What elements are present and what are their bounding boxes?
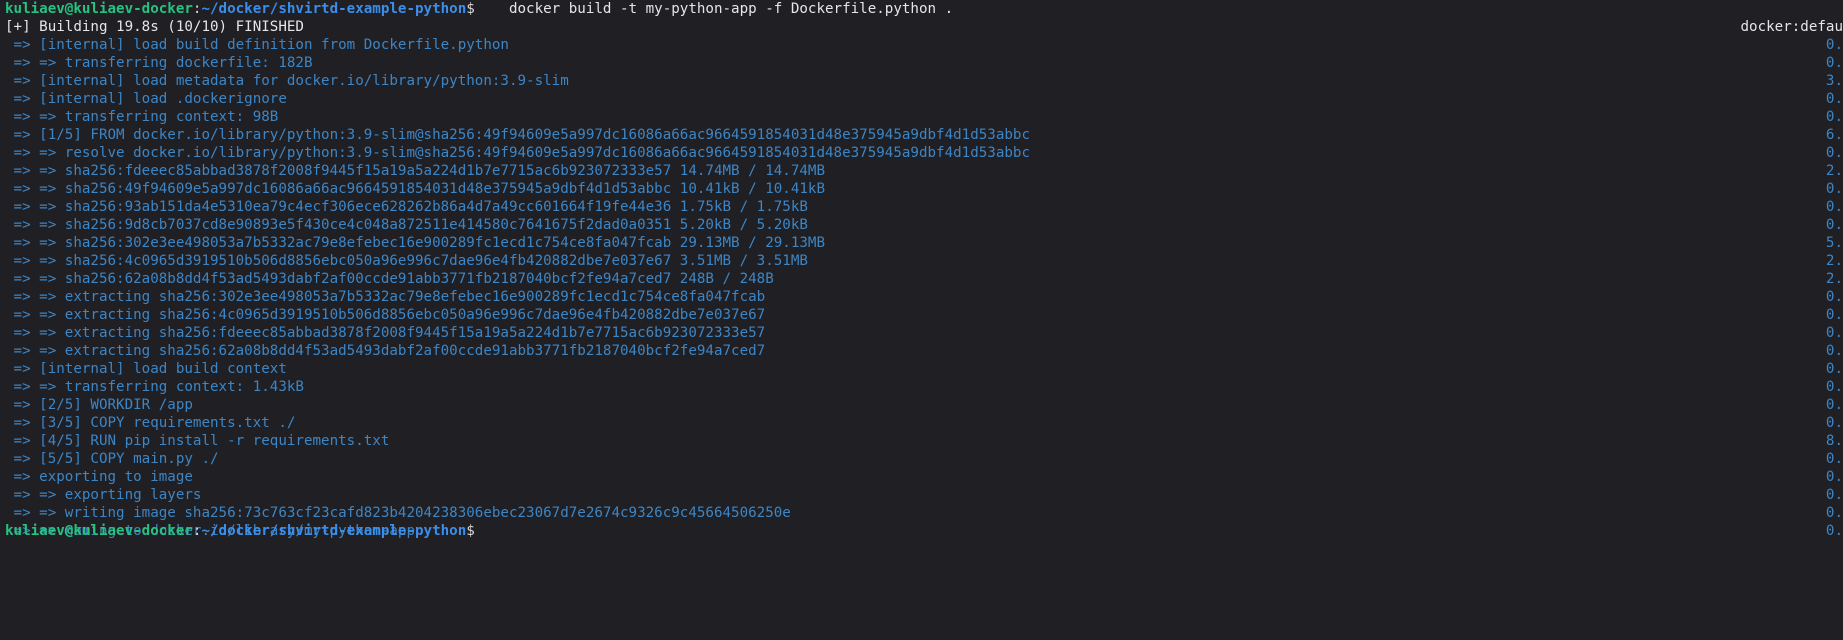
- build-step-duration: 8.: [1825, 433, 1843, 449]
- build-log-line: => [internal] load metadata for docker.i…: [0, 72, 1843, 90]
- build-step-duration: 0.: [1825, 361, 1843, 377]
- build-log-line: => => extracting sha256:fdeeec85abbad387…: [0, 324, 1843, 342]
- build-header-text: [+] Building 19.8s (10/10) FINISHED: [5, 19, 304, 35]
- build-step-duration: 0.: [1825, 451, 1843, 467]
- build-step-duration: 3.: [1825, 73, 1843, 89]
- build-step-text: => => sha256:fdeeec85abbad3878f2008f9445…: [5, 163, 825, 179]
- prompt-command: docker build -t my-python-app -f Dockerf…: [474, 1, 954, 17]
- build-log-line: => => transferring context: 98B 0.: [0, 108, 1843, 126]
- prompt-user-host: kuliaev@kuliaev-docker: [5, 523, 193, 539]
- build-step-text: => => sha256:93ab151da4e5310ea79c4ecf306…: [5, 199, 808, 215]
- build-step-duration: 0.: [1825, 289, 1843, 305]
- build-step-text: => [internal] load metadata for docker.i…: [5, 73, 569, 89]
- build-step-duration: 0.: [1825, 91, 1843, 107]
- build-header-context: docker:defau: [1740, 19, 1843, 35]
- build-step-duration: 0.: [1825, 379, 1843, 395]
- build-log-line: => => sha256:fdeeec85abbad3878f2008f9445…: [0, 162, 1843, 180]
- build-step-duration: 0.: [1825, 307, 1843, 323]
- build-step-text: => => sha256:9d8cb7037cd8e90893e5f430ce4…: [5, 217, 808, 233]
- build-step-text: => => writing image sha256:73c763cf23caf…: [5, 505, 791, 521]
- build-step-text: => [4/5] RUN pip install -r requirements…: [5, 433, 390, 449]
- build-step-text: => [internal] load build context: [5, 361, 287, 377]
- build-log-line: => [internal] load .dockerignore 0.: [0, 90, 1843, 108]
- build-header-line: [+] Building 19.8s (10/10) FINISHED dock…: [0, 18, 1843, 36]
- build-log-line: => [3/5] COPY requirements.txt ./ 0.: [0, 414, 1843, 432]
- build-step-duration: 0.: [1825, 469, 1843, 485]
- build-log-line: => => extracting sha256:62a08b8dd4f53ad5…: [0, 342, 1843, 360]
- build-step-duration: 2.: [1825, 163, 1843, 179]
- build-step-text: => [3/5] COPY requirements.txt ./: [5, 415, 296, 431]
- build-step-duration: 0.: [1825, 397, 1843, 413]
- build-step-duration: 5.: [1825, 235, 1843, 251]
- build-log-line: => => sha256:9d8cb7037cd8e90893e5f430ce4…: [0, 216, 1843, 234]
- build-step-text: => exporting to image: [5, 469, 193, 485]
- build-step-text: => => sha256:62a08b8dd4f53ad5493dabf2af0…: [5, 271, 774, 287]
- build-log-line: => => sha256:62a08b8dd4f53ad5493dabf2af0…: [0, 270, 1843, 288]
- build-log-line: => => transferring context: 1.43kB 0.: [0, 378, 1843, 396]
- build-log-line: => => sha256:93ab151da4e5310ea79c4ecf306…: [0, 198, 1843, 216]
- build-log-line: => exporting to image 0.: [0, 468, 1843, 486]
- build-step-text: => [internal] load build definition from…: [5, 37, 509, 53]
- build-step-duration: 2.: [1825, 271, 1843, 287]
- build-step-text: => => transferring dockerfile: 182B: [5, 55, 313, 71]
- build-log-line: => => extracting sha256:4c0965d3919510b5…: [0, 306, 1843, 324]
- build-step-duration: 0.: [1825, 55, 1843, 71]
- build-log-line: => => sha256:4c0965d3919510b506d8856ebc0…: [0, 252, 1843, 270]
- build-step-text: => => extracting sha256:62a08b8dd4f53ad5…: [5, 343, 766, 359]
- build-step-duration: 0.: [1825, 487, 1843, 503]
- build-step-duration: 6.: [1825, 127, 1843, 143]
- build-log-line: => [5/5] COPY main.py ./ 0.: [0, 450, 1843, 468]
- build-log-line: => => sha256:49f94609e5a997dc16086a66ac9…: [0, 180, 1843, 198]
- build-log-line: => [1/5] FROM docker.io/library/python:3…: [0, 126, 1843, 144]
- terminal-window[interactable]: kuliaev@kuliaev-docker:~/docker/shvirtd-…: [0, 0, 1843, 640]
- build-log-line: => => writing image sha256:73c763cf23caf…: [0, 504, 1843, 522]
- build-log-line: => [2/5] WORKDIR /app 0.: [0, 396, 1843, 414]
- build-step-text: => => extracting sha256:4c0965d3919510b5…: [5, 307, 766, 323]
- build-step-duration: 0.: [1825, 199, 1843, 215]
- build-step-text: => [2/5] WORKDIR /app: [5, 397, 193, 413]
- build-log-line: => => resolve docker.io/library/python:3…: [0, 144, 1843, 162]
- build-log-line: => => transferring dockerfile: 182B 0.: [0, 54, 1843, 72]
- build-step-duration: 0.: [1825, 109, 1843, 125]
- build-step-text: => [1/5] FROM docker.io/library/python:3…: [5, 127, 1030, 143]
- build-step-text: => => resolve docker.io/library/python:3…: [5, 145, 1030, 161]
- build-step-text: => => sha256:49f94609e5a997dc16086a66ac9…: [5, 181, 825, 197]
- build-step-text: => => exporting layers: [5, 487, 202, 503]
- prompt-line-partial: kuliaev@kuliaev-docker:~/docker/shvirtd-…: [0, 522, 1843, 540]
- build-step-text: => [internal] load .dockerignore: [5, 91, 287, 107]
- build-step-duration: 0.: [1825, 415, 1843, 431]
- build-step-text: => => transferring context: 1.43kB: [5, 379, 304, 395]
- build-log-line: => => extracting sha256:302e3ee498053a7b…: [0, 288, 1843, 306]
- build-step-text: => => transferring context: 98B: [5, 109, 279, 125]
- prompt-user-host: kuliaev@kuliaev-docker: [5, 1, 193, 17]
- prompt-cwd: ~/docker/shvirtd-example-python: [201, 1, 467, 17]
- prompt-line: kuliaev@kuliaev-docker:~/docker/shvirtd-…: [0, 0, 1843, 18]
- build-step-duration: 0.: [1825, 37, 1843, 53]
- build-step-duration: 0.: [1825, 343, 1843, 359]
- prompt-symbol: $: [466, 523, 475, 539]
- build-log-line: => => exporting layers 0.: [0, 486, 1843, 504]
- prompt-symbol: $: [466, 1, 475, 17]
- build-step-text: => [5/5] COPY main.py ./: [5, 451, 219, 467]
- build-step-duration: 0.: [1825, 325, 1843, 341]
- build-step-duration: 0.: [1825, 217, 1843, 233]
- build-log-line: => [internal] load build context 0.: [0, 360, 1843, 378]
- build-log-line: => => sha256:302e3ee498053a7b5332ac79e8e…: [0, 234, 1843, 252]
- build-step-duration: 0.: [1825, 181, 1843, 197]
- build-log-line: => [4/5] RUN pip install -r requirements…: [0, 432, 1843, 450]
- prompt-cwd: ~/docker/shvirtd-example-python: [201, 523, 467, 539]
- build-step-duration: 0.: [1825, 145, 1843, 161]
- build-log-line: => [internal] load build definition from…: [0, 36, 1843, 54]
- build-step-duration: 0.: [1825, 505, 1843, 521]
- build-step-text: => => extracting sha256:302e3ee498053a7b…: [5, 289, 766, 305]
- build-step-duration: 2.: [1825, 253, 1843, 269]
- build-step-text: => => sha256:4c0965d3919510b506d8856ebc0…: [5, 253, 808, 269]
- build-step-text: => => sha256:302e3ee498053a7b5332ac79e8e…: [5, 235, 825, 251]
- build-step-text: => => extracting sha256:fdeeec85abbad387…: [5, 325, 766, 341]
